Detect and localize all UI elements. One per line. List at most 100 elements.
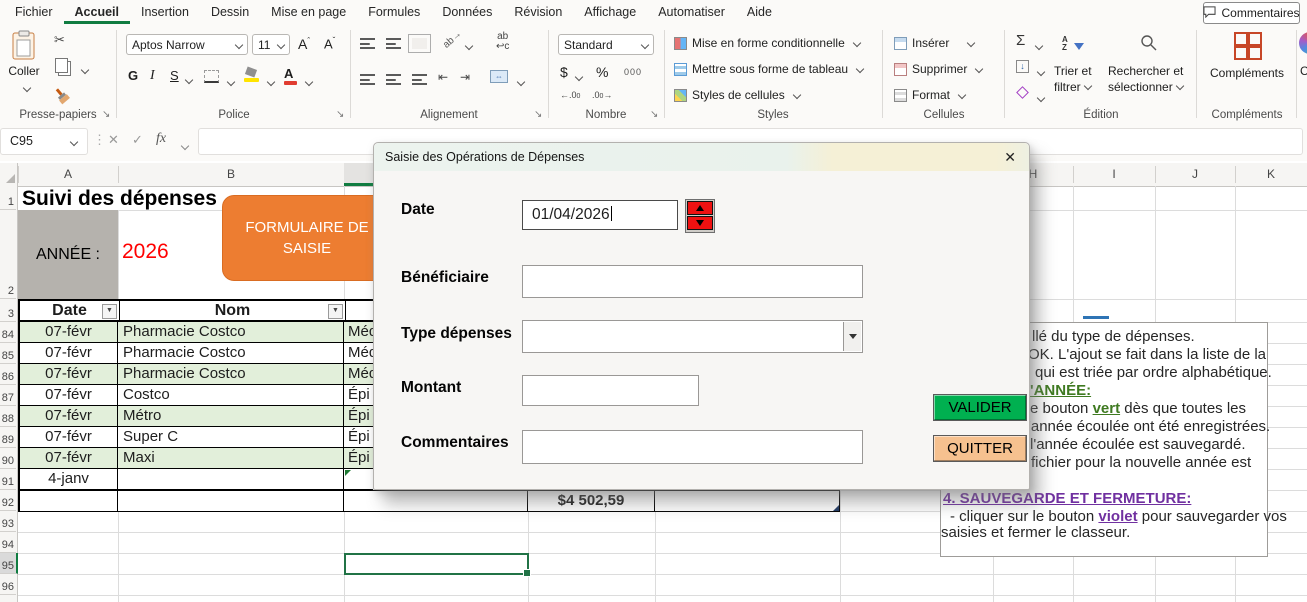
underline-dropdown-chevron[interactable] (182, 72, 194, 90)
total-amount-cell[interactable]: $4 502,59 (528, 491, 655, 511)
copilot-icon[interactable] (1299, 32, 1307, 54)
align-bottom-icon[interactable] (408, 34, 431, 54)
merge-center-icon[interactable]: ⇔ (490, 70, 508, 83)
sort-filter-icon[interactable]: AZ (1062, 36, 1085, 55)
align-center-icon[interactable] (386, 72, 401, 90)
bold-button[interactable]: G (128, 68, 138, 83)
find-select-label-line1[interactable]: Rechercher et (1108, 64, 1183, 78)
currency-dropdown-chevron[interactable] (572, 69, 584, 87)
date-cell[interactable]: 07-févr (20, 343, 118, 363)
row-header-91[interactable]: 91 (0, 469, 16, 490)
type-cell[interactable]: Méd (344, 343, 373, 363)
column-header-B[interactable]: B (118, 163, 344, 186)
ribbon-tab-5[interactable]: Formules (357, 0, 431, 24)
column-header-J[interactable]: J (1155, 163, 1235, 186)
orientation-dropdown-chevron[interactable] (462, 38, 474, 56)
row-header-87[interactable]: 87 (0, 385, 16, 406)
ribbon-tab-10[interactable]: Aide (736, 0, 783, 24)
row-header-86[interactable]: 86 (0, 364, 16, 385)
name-box[interactable]: C95 (0, 128, 88, 155)
montant-input[interactable] (522, 375, 699, 406)
percent-format-icon[interactable]: % (596, 64, 608, 80)
ribbon-tab-1[interactable]: Accueil (64, 0, 130, 24)
annee-label-cell[interactable]: ANNÉE : (18, 210, 118, 299)
fill-color-dropdown-chevron[interactable] (264, 74, 276, 92)
align-middle-icon[interactable] (386, 36, 401, 54)
increase-indent-icon[interactable]: ⇥ (460, 70, 470, 84)
date-cell[interactable]: 07-févr (20, 427, 118, 447)
nom-filter-button[interactable]: ▼ (328, 304, 343, 319)
close-icon[interactable]: ✕ (1004, 149, 1016, 166)
ribbon-tab-9[interactable]: Automatiser (647, 0, 736, 24)
format-painter-icon[interactable] (51, 85, 71, 105)
type-cell[interactable]: Épi (344, 448, 373, 468)
ribbon-tab-7[interactable]: Révision (503, 0, 573, 24)
column-header-K[interactable]: K (1235, 163, 1307, 186)
currency-format-icon[interactable]: $ (560, 64, 568, 80)
type-cell[interactable]: Épi (344, 427, 373, 447)
wrap-text-icon[interactable]: ab ↩c (496, 32, 509, 52)
total-cell-e[interactable] (655, 491, 840, 511)
alignment-dialog-launcher[interactable]: ↘ (534, 109, 542, 120)
date-cell[interactable]: 07-févr (20, 448, 118, 468)
spin-up-button[interactable] (687, 201, 713, 215)
ribbon-tab-8[interactable]: Affichage (573, 0, 647, 24)
font-dialog-launcher[interactable]: ↘ (336, 109, 344, 120)
number-dialog-launcher[interactable]: ↘ (650, 109, 658, 120)
row-header-95[interactable]: 95 (0, 553, 18, 574)
nom-cell[interactable]: Super C (118, 427, 344, 447)
ribbon-tab-2[interactable]: Insertion (130, 0, 200, 24)
borders-icon[interactable] (204, 70, 219, 83)
date-input[interactable]: 01/04/2026 (522, 200, 678, 230)
fill-handle[interactable] (523, 569, 531, 577)
type-depenses-combobox[interactable] (522, 320, 863, 353)
cut-icon[interactable]: ✂ (54, 32, 65, 48)
column-header-A[interactable]: A (18, 163, 118, 186)
align-top-icon[interactable] (360, 36, 375, 54)
italic-button[interactable]: I (150, 68, 155, 84)
row-header-90[interactable]: 90 (0, 448, 16, 469)
nom-cell[interactable]: Pharmacie Costco (118, 322, 344, 342)
delete-cells-button[interactable]: Supprimer (894, 62, 984, 76)
nom-cell[interactable]: Métro (118, 406, 344, 426)
selected-column-header-partial[interactable] (344, 163, 373, 185)
row-header-93[interactable]: 93 (0, 511, 16, 532)
annee-value-cell[interactable]: 2026 (122, 240, 169, 264)
increase-font-icon[interactable]: Aˆ (298, 36, 310, 52)
align-right-icon[interactable] (412, 72, 427, 90)
merge-dropdown-chevron[interactable] (514, 74, 526, 92)
fill-down-icon[interactable]: ↓ (1016, 60, 1029, 73)
open-form-button[interactable]: FORMULAIRE DE SAISIE (222, 195, 392, 281)
date-cell[interactable]: 07-févr (20, 406, 118, 426)
fill-dropdown-chevron[interactable] (1034, 64, 1046, 82)
ribbon-tab-3[interactable]: Dessin (200, 0, 260, 24)
table-header-date[interactable]: Date ▼ (20, 301, 120, 320)
name-box-chevron[interactable] (69, 137, 79, 147)
paste-button[interactable]: Coller (0, 64, 48, 78)
dialog-title-bar[interactable]: Saisie des Opérations de Dépenses (374, 143, 1029, 171)
sort-filter-label-line1[interactable]: Trier et (1054, 64, 1092, 78)
nom-cell[interactable]: Maxi (118, 448, 344, 468)
fx-dropdown-chevron[interactable] (178, 138, 190, 156)
valider-button[interactable]: VALIDER (933, 394, 1027, 421)
decrease-decimal-icon[interactable]: .00→ (592, 90, 612, 100)
sort-filter-label-line2[interactable]: filtrer (1054, 80, 1092, 94)
row-header-88[interactable]: 88 (0, 406, 16, 427)
date-cell[interactable]: 4-janv (20, 469, 118, 489)
row-header-2[interactable]: 2 (0, 210, 16, 299)
row-header-84[interactable]: 84 (0, 322, 16, 343)
underline-button[interactable]: S (170, 68, 179, 83)
date-cell[interactable]: 07-févr (20, 322, 118, 342)
total-cell-b[interactable] (118, 491, 344, 511)
align-left-icon[interactable] (360, 72, 375, 90)
confirm-entry-icon[interactable]: ✓ (132, 132, 143, 148)
nom-cell[interactable]: Costco (118, 385, 344, 405)
date-cell[interactable]: 07-févr (20, 364, 118, 384)
date-filter-button[interactable]: ▼ (102, 304, 117, 319)
nom-cell[interactable]: Pharmacie Costco (118, 343, 344, 363)
font-color-icon[interactable]: A (284, 66, 297, 85)
font-name-combo[interactable]: Aptos Narrow (126, 34, 248, 55)
selected-cell[interactable] (344, 553, 531, 577)
row-header-85[interactable]: 85 (0, 343, 16, 364)
thousands-format-icon[interactable]: 000 (624, 67, 642, 77)
